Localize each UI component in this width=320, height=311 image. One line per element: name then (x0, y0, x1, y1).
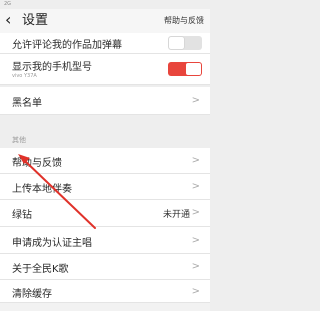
setting-label: 申请成为认证主唱 (12, 238, 92, 249)
phone-model-text: vivo Y37A (12, 73, 37, 79)
chevron-right-icon: > (191, 235, 200, 246)
setting-row-apply-certified-singer[interactable]: 申请成为认证主唱 > (0, 227, 210, 254)
setting-row-green-diamond[interactable]: 绿钻 未开通 > (0, 200, 210, 227)
setting-row-about[interactable]: 关于全民K歌 > (0, 254, 210, 280)
setting-label: 允许评论我的作品加弹幕 (12, 40, 122, 51)
setting-row-blacklist[interactable]: 黑名单 > (0, 87, 210, 115)
chevron-right-icon: > (191, 155, 200, 166)
section-title: 其他 (12, 136, 26, 144)
setting-row-clear-cache[interactable]: 清除缓存 > (0, 280, 210, 303)
setting-row-show-phone-model: 显示我的手机型号 vivo Y37A (0, 54, 210, 85)
setting-label: 显示我的手机型号 (12, 62, 92, 73)
setting-label: 上传本地伴奏 (12, 184, 72, 195)
chevron-right-icon: > (191, 95, 200, 106)
status-bar: 2G (0, 0, 210, 9)
setting-label: 清除缓存 (12, 289, 52, 300)
bottom-strip (0, 303, 210, 311)
setting-label: 关于全民K歌 (12, 264, 69, 275)
section-header-other: 其他 (0, 131, 210, 148)
back-arrow-icon[interactable]: ‹ (5, 11, 11, 29)
top-bar: ‹ 设置 帮助与反馈 (0, 9, 210, 34)
chevron-right-icon: > (191, 181, 200, 192)
setting-label: 帮助与反馈 (12, 158, 62, 169)
show-phone-model-toggle[interactable] (168, 62, 202, 76)
toggle-knob (169, 37, 184, 49)
toggle-knob (186, 63, 201, 75)
chevron-right-icon: > (191, 207, 200, 218)
help-feedback-link[interactable]: 帮助与反馈 (164, 15, 204, 27)
signal-indicator: 2G (4, 1, 12, 7)
comment-popup-toggle[interactable] (168, 36, 202, 50)
page-title: 设置 (22, 13, 49, 28)
setting-label: 绿钻 (12, 210, 32, 221)
setting-row-upload-accompaniment[interactable]: 上传本地伴奏 > (0, 174, 210, 200)
chevron-right-icon: > (191, 261, 200, 272)
setting-label: 黑名单 (12, 98, 42, 109)
green-diamond-status: 未开通 (162, 210, 190, 220)
chevron-right-icon: > (191, 286, 200, 297)
setting-row-comment-popup: 允许评论我的作品加弹幕 (0, 33, 210, 54)
setting-row-help-feedback[interactable]: 帮助与反馈 > (0, 148, 210, 174)
